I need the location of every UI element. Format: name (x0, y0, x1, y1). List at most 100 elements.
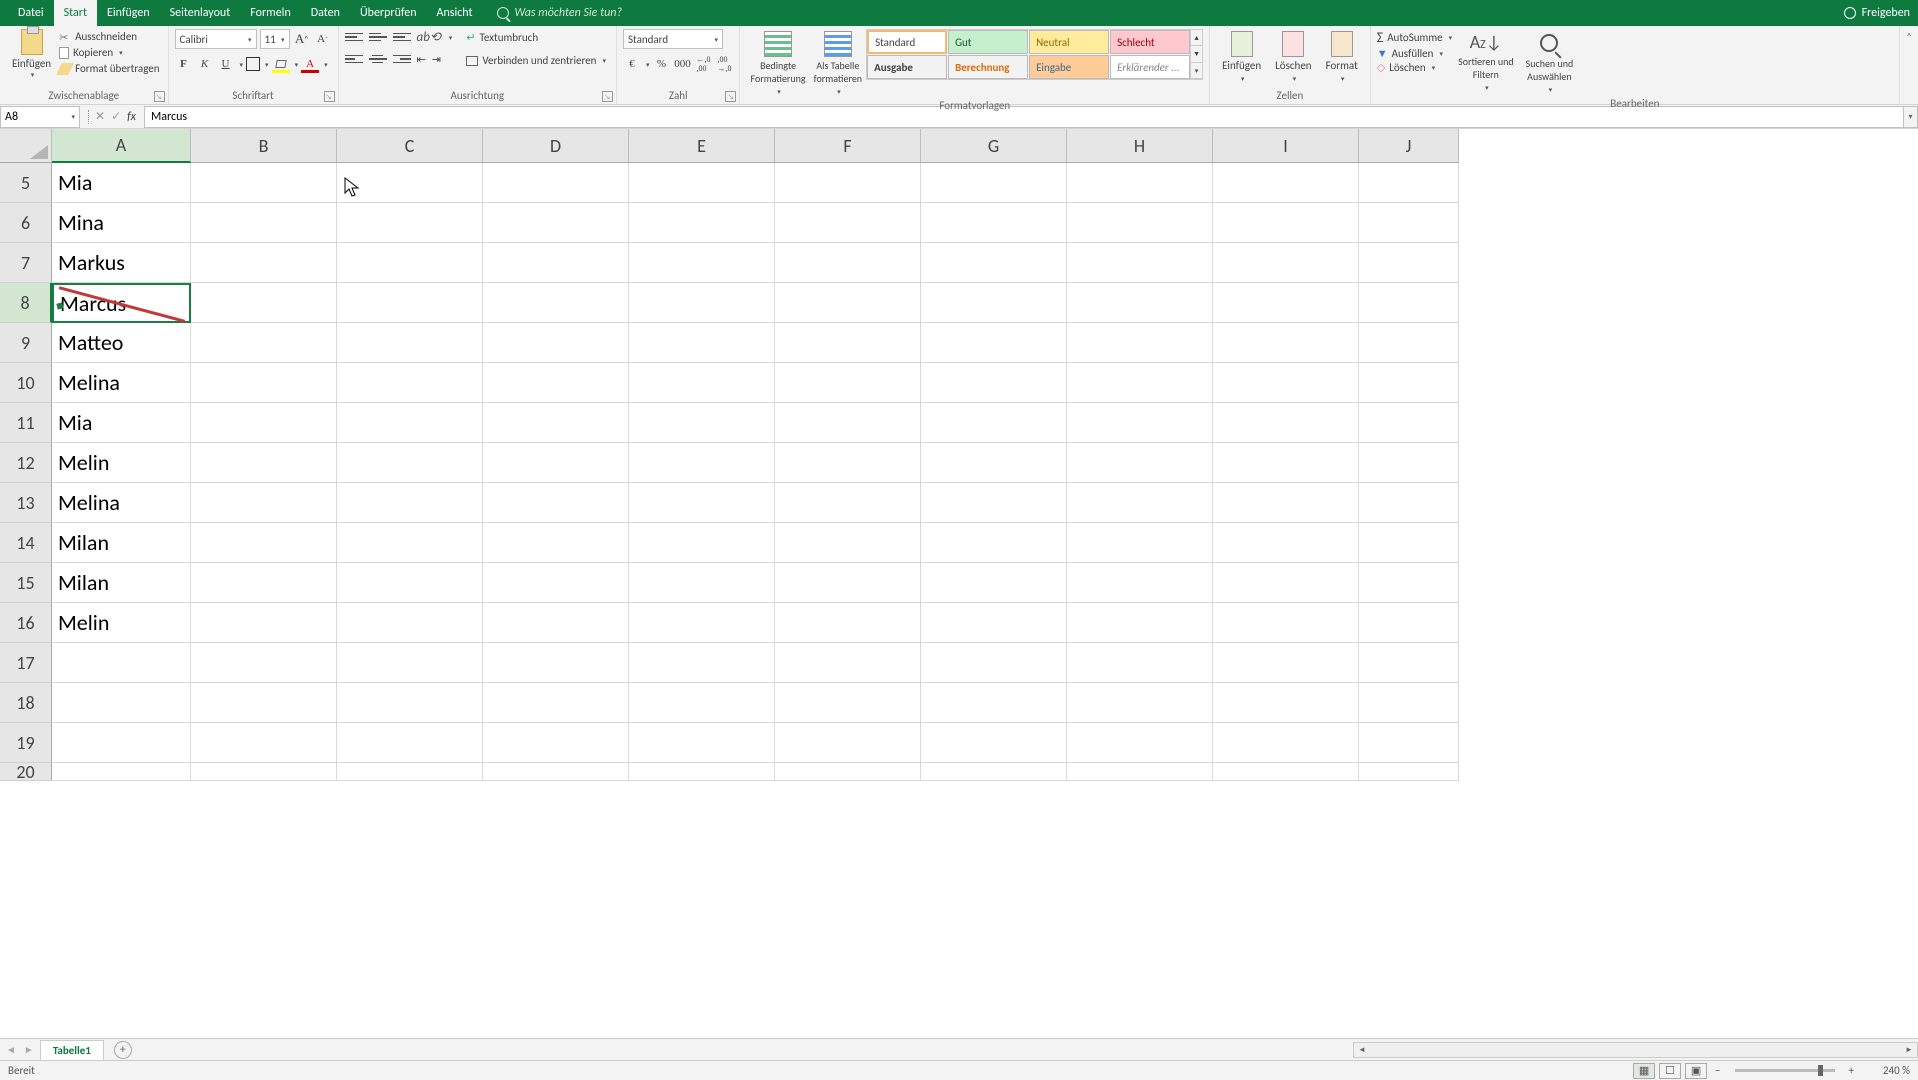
cell[interactable] (921, 643, 1067, 683)
cell[interactable] (1067, 483, 1213, 523)
row-header[interactable]: 20 (0, 763, 52, 781)
copy-button[interactable]: Kopieren ▾ (57, 45, 161, 60)
cell[interactable] (1213, 443, 1359, 483)
sheet-nav-prev-button[interactable]: ◄ (6, 1043, 16, 1056)
cell[interactable] (1359, 283, 1459, 323)
col-header-H[interactable]: H (1067, 129, 1213, 163)
cell[interactable] (921, 723, 1067, 763)
add-sheet-button[interactable]: + (114, 1041, 132, 1059)
increase-decimal-button[interactable]: ←,0,00 (694, 55, 712, 73)
cell[interactable] (629, 763, 775, 781)
horizontal-scrollbar[interactable]: ◄ ► (1353, 1042, 1918, 1058)
cell[interactable] (483, 443, 629, 483)
row-header[interactable]: 10 (0, 363, 52, 403)
cell[interactable] (483, 723, 629, 763)
align-top-button[interactable] (345, 29, 363, 45)
cell[interactable] (337, 283, 483, 323)
cell[interactable] (1359, 203, 1459, 243)
increase-font-button[interactable]: A^ (293, 30, 311, 48)
row-header[interactable]: 17 (0, 643, 52, 683)
cell[interactable] (337, 323, 483, 363)
cell[interactable] (1359, 443, 1459, 483)
clipboard-launcher-icon[interactable]: ↘ (154, 91, 165, 102)
cell[interactable] (191, 523, 337, 563)
cell[interactable] (1359, 523, 1459, 563)
style-ausgabe[interactable]: Ausgabe (867, 55, 947, 79)
cell[interactable] (1359, 723, 1459, 763)
cell[interactable] (775, 563, 921, 603)
row-header[interactable]: 8 (0, 283, 52, 323)
cell-styles-gallery[interactable]: Standard Gut Neutral Schlecht Ausgabe Be… (866, 29, 1191, 80)
tab-start[interactable]: Start (54, 0, 97, 26)
border-button[interactable] (246, 57, 260, 71)
cell[interactable] (629, 283, 775, 323)
font-size-combo[interactable]: 11 ▾ (260, 29, 290, 49)
cell[interactable] (483, 763, 629, 781)
cell[interactable] (1067, 643, 1213, 683)
alignment-launcher-icon[interactable]: ↘ (602, 91, 613, 102)
cell[interactable] (483, 403, 629, 443)
cell[interactable] (337, 763, 483, 781)
cell[interactable] (191, 483, 337, 523)
cell[interactable] (921, 403, 1067, 443)
cell[interactable] (775, 323, 921, 363)
cell[interactable] (1359, 683, 1459, 723)
cell[interactable] (1213, 563, 1359, 603)
cell[interactable] (921, 603, 1067, 643)
align-left-button[interactable] (345, 51, 363, 67)
cell[interactable] (1213, 163, 1359, 203)
cell[interactable] (775, 243, 921, 283)
cell[interactable] (1067, 403, 1213, 443)
cell[interactable] (191, 363, 337, 403)
col-header-I[interactable]: I (1213, 129, 1359, 163)
cell[interactable] (52, 763, 191, 781)
tell-me-search[interactable]: Was möchten Sie tun? (497, 6, 623, 20)
cell[interactable] (921, 203, 1067, 243)
col-header-A[interactable]: A (52, 129, 191, 163)
cell[interactable] (1359, 363, 1459, 403)
cell[interactable] (1067, 603, 1213, 643)
font-name-combo[interactable]: Calibri ▾ (175, 29, 257, 49)
merge-center-button[interactable]: Verbinden und zentrieren ▾ (462, 52, 610, 69)
tab-ansicht[interactable]: Ansicht (427, 0, 483, 26)
style-gut[interactable]: Gut (948, 30, 1028, 54)
cell[interactable] (1067, 243, 1213, 283)
cell[interactable] (921, 483, 1067, 523)
cell[interactable] (1359, 403, 1459, 443)
increase-indent-button[interactable]: ⇥ (432, 53, 441, 66)
cell[interactable] (775, 403, 921, 443)
cell[interactable]: Mia (52, 403, 191, 443)
cell[interactable] (483, 683, 629, 723)
cell[interactable] (483, 163, 629, 203)
cell[interactable] (1213, 763, 1359, 781)
cell[interactable]: Matteo (52, 323, 191, 363)
cell[interactable] (1213, 283, 1359, 323)
zoom-value[interactable]: 240 % (1862, 1064, 1910, 1077)
cell[interactable] (775, 723, 921, 763)
zoom-slider[interactable] (1735, 1069, 1835, 1072)
cell[interactable] (1067, 203, 1213, 243)
style-eingabe[interactable]: Eingabe (1029, 55, 1109, 79)
cell[interactable] (337, 163, 483, 203)
row-header[interactable]: 16 (0, 603, 52, 643)
decrease-font-button[interactable]: Aˇ (314, 30, 332, 48)
pagebreak-view-button[interactable]: ▣ (1685, 1063, 1707, 1079)
cell[interactable] (1359, 603, 1459, 643)
cell[interactable] (775, 523, 921, 563)
name-box[interactable]: A8 ▾ (0, 106, 80, 128)
cell[interactable] (1067, 283, 1213, 323)
cell[interactable] (191, 403, 337, 443)
cell[interactable] (337, 203, 483, 243)
cell[interactable] (483, 563, 629, 603)
select-all-corner[interactable] (0, 129, 52, 163)
font-color-button[interactable]: A (301, 55, 319, 73)
cell[interactable] (629, 683, 775, 723)
cell[interactable]: Melin (52, 443, 191, 483)
cell[interactable] (921, 443, 1067, 483)
cell[interactable] (629, 603, 775, 643)
cell[interactable] (921, 363, 1067, 403)
share-button[interactable]: Freigeben (1862, 6, 1910, 20)
tab-ueberpruefen[interactable]: Überprüfen (350, 0, 427, 26)
cell[interactable] (337, 563, 483, 603)
cell[interactable]: Mina (52, 203, 191, 243)
